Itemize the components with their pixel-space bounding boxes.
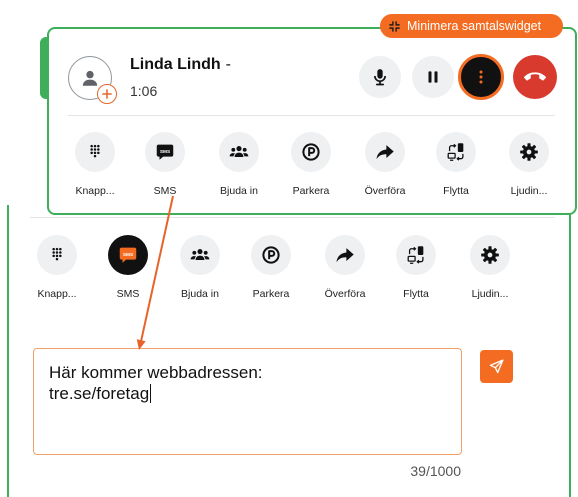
action-label: Ljudin... [510, 185, 548, 197]
forward-arrow-icon [365, 132, 405, 172]
keypad-button[interactable]: Knapp... [59, 132, 131, 200]
park-button[interactable]: Parkera [235, 235, 307, 303]
compress-icon [388, 20, 401, 33]
audio-settings-button[interactable]: Ljudin... [454, 235, 526, 303]
sms-message-text: Här kommer webbadressen: tre.se/foretag [49, 363, 263, 403]
group-icon [180, 235, 220, 275]
action-label: Parkera [292, 185, 330, 197]
move-device-icon [436, 132, 476, 172]
parking-icon [291, 132, 331, 172]
card-divider [68, 115, 555, 116]
action-label: SMS [153, 185, 177, 197]
contact-name-suffix: - [225, 56, 231, 73]
forward-arrow-icon [325, 235, 365, 275]
sms-icon: SMS [108, 235, 148, 275]
contact-name-text: Linda Lindh [130, 56, 221, 73]
gear-icon [470, 235, 510, 275]
action-label: Överföra [364, 185, 406, 197]
plus-icon [100, 87, 114, 101]
action-label: Bjuda in [220, 185, 258, 197]
parking-icon [251, 235, 291, 275]
panel-divider [30, 217, 555, 218]
add-participant-button[interactable] [97, 84, 117, 104]
sms-button[interactable]: SMS SMS [92, 235, 164, 303]
action-label: Knapp... [75, 185, 115, 197]
text-caret [150, 384, 152, 403]
transfer-button[interactable]: Överföra [309, 235, 381, 303]
minimize-widget-button[interactable]: Minimera samtalswidget [380, 14, 563, 38]
mute-button[interactable] [359, 56, 401, 98]
move-call-button[interactable]: Flytta [380, 235, 452, 303]
action-label: Knapp... [37, 288, 77, 300]
paper-plane-icon [488, 358, 505, 375]
action-label: Bjuda in [181, 288, 219, 300]
keypad-button[interactable]: Knapp... [21, 235, 93, 303]
invite-button[interactable]: Bjuda in [164, 235, 236, 303]
hold-button[interactable] [412, 56, 454, 98]
move-call-button[interactable]: Flytta [420, 132, 492, 200]
action-label: Parkera [252, 288, 290, 300]
keypad-icon [37, 235, 77, 275]
sms-icon: SMS [145, 132, 185, 172]
move-device-icon [396, 235, 436, 275]
sms-message-input[interactable]: Här kommer webbadressen: tre.se/foretag [33, 348, 462, 455]
park-button[interactable]: Parkera [275, 132, 347, 200]
phone-hangup-icon [524, 66, 546, 88]
group-icon [219, 132, 259, 172]
transfer-button[interactable]: Överföra [349, 132, 421, 200]
action-label: Flytta [443, 185, 469, 197]
minimize-widget-label: Minimera samtalswidget [407, 19, 542, 33]
microphone-icon [370, 67, 390, 87]
panel-border-left [7, 205, 9, 497]
pause-icon [424, 68, 442, 86]
action-label: SMS [116, 288, 140, 300]
keypad-icon [75, 132, 115, 172]
invite-button[interactable]: Bjuda in [203, 132, 275, 200]
send-sms-button[interactable] [480, 350, 513, 383]
action-label: Överföra [324, 288, 366, 300]
call-widget: Linda Lindh - 1:06 Knapp... SMS SMS Bjuda in… [47, 27, 577, 215]
gear-icon [509, 132, 549, 172]
more-vertical-icon [471, 67, 491, 87]
action-label: Ljudin... [471, 288, 509, 300]
call-duration: 1:06 [130, 83, 158, 99]
person-icon [78, 66, 102, 90]
action-label: Flytta [403, 288, 429, 300]
more-options-button[interactable] [458, 54, 504, 100]
character-counter: 39/1000 [410, 463, 461, 479]
sms-button[interactable]: SMS SMS [129, 132, 201, 200]
panel-border-right [569, 205, 571, 497]
contact-name: Linda Lindh - [130, 55, 231, 75]
audio-settings-button[interactable]: Ljudin... [493, 132, 565, 200]
hangup-button[interactable] [513, 55, 557, 99]
sms-icon-text: SMS [123, 252, 133, 258]
sms-icon-text: SMS [160, 149, 170, 155]
